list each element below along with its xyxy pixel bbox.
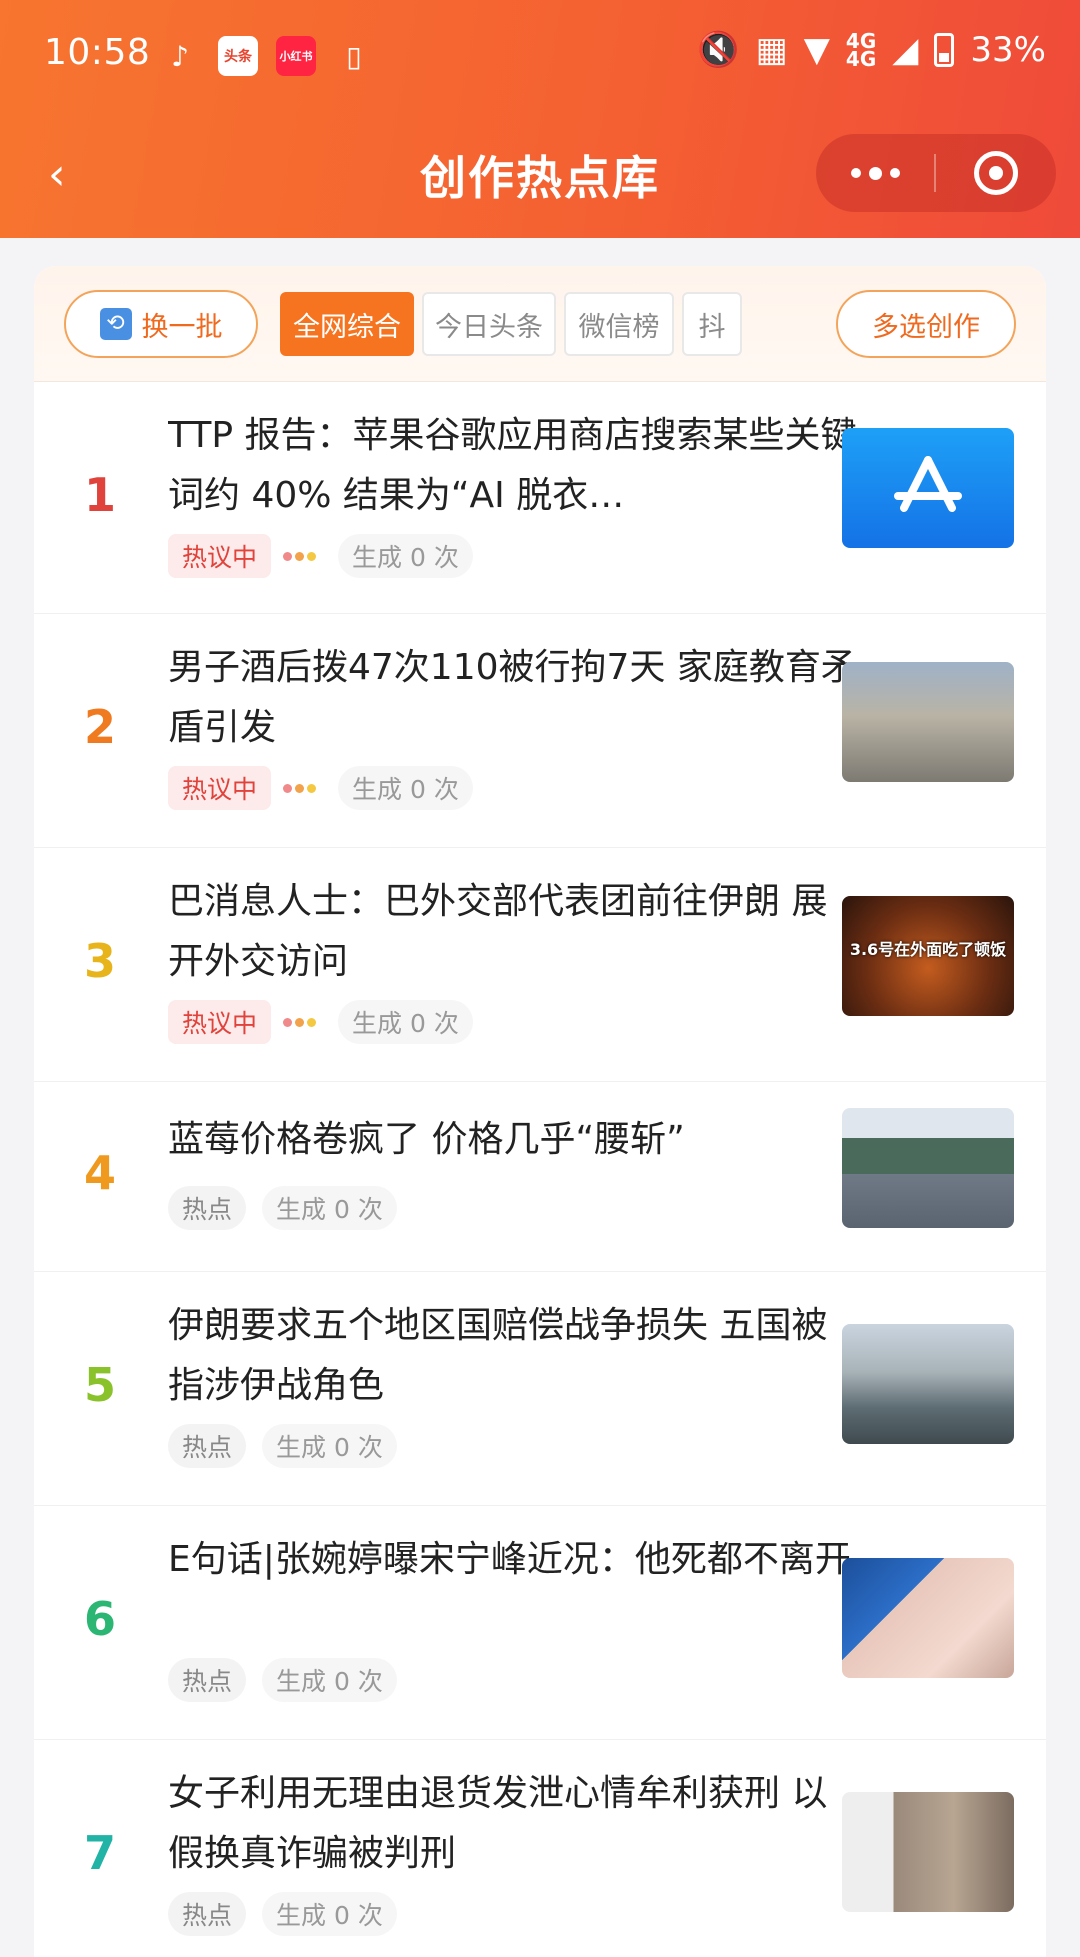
rank-number: 3 [83, 934, 116, 988]
list-item[interactable]: 5 伊朗要求五个地区国赔偿战争损失 五国被指涉伊战角色 热点 生成 0 次 [34, 1272, 1046, 1506]
app-store-icon [842, 428, 1014, 548]
generate-count: 生成 0 次 [262, 1186, 397, 1230]
city-aerial-image [842, 662, 1014, 782]
cargo-ship-image [842, 1108, 1014, 1228]
status-badge: 热点 [168, 1658, 247, 1702]
rank-number: 6 [83, 1592, 116, 1646]
tiktok-icon: ♪ [171, 39, 189, 73]
thumb-caption: 3.6号在外面吃了顿饭 [849, 940, 1007, 959]
rank-number: 2 [83, 700, 116, 754]
item-title: E句话|张婉婷曝宋宁峰近况：他死都不离开 [168, 1539, 851, 1580]
list-item[interactable]: 3 巴消息人士：巴外交部代表团前往伊朗 展开外交访问 热议中 生成 0 次 3.… [34, 848, 1046, 1082]
item-meta: 热点 生成 0 次 [168, 1658, 397, 1702]
generate-count: 生成 0 次 [262, 1658, 397, 1702]
heat-dots-icon [283, 783, 317, 793]
rank-number: 7 [83, 1826, 116, 1880]
status-badge: 热点 [168, 1424, 247, 1468]
wifi-icon: ▼ [803, 30, 830, 70]
item-title: 巴消息人士：巴外交部代表团前往伊朗 展开外交访问 [168, 881, 828, 982]
battery-percent: 33% [970, 30, 1046, 70]
multi-select-create-button[interactable]: 多选创作 [836, 290, 1016, 358]
filter-bar: ⟲ 换一批 全网综合 今日头条 微信榜 抖 多选创作 [34, 266, 1046, 382]
status-badge: 热点 [168, 1186, 247, 1230]
signal-icon: ◢ [892, 30, 919, 70]
item-title: 伊朗要求五个地区国赔偿战争损失 五国被指涉伊战角色 [168, 1305, 828, 1406]
item-title: TTP 报告：苹果谷歌应用商店搜索某些关键词约 40% 结果为“AI 脱衣… [168, 415, 857, 516]
generate-count: 生成 0 次 [338, 766, 473, 810]
street-scene-image [842, 1324, 1014, 1444]
list-item[interactable]: 6 E句话|张婉婷曝宋宁峰近况：他死都不离开 热点 生成 0 次 [34, 1506, 1046, 1740]
tab-douyin[interactable]: 抖 [682, 292, 742, 356]
refresh-label: 换一批 [141, 311, 223, 343]
close-miniprogram-button[interactable] [936, 134, 1056, 212]
mute-icon: 🔇 [697, 30, 740, 70]
crab-dinner-image: 3.6号在外面吃了顿饭 [842, 896, 1014, 1016]
heat-dots-icon [283, 551, 317, 561]
status-right: 🔇 ▦ ▼ 4G 4G ◢ 33% [697, 30, 1046, 70]
heat-dots-icon [283, 1017, 317, 1027]
baby-image [842, 1558, 1014, 1678]
status-badge: 热议中 [168, 1000, 272, 1044]
generate-count: 生成 0 次 [338, 534, 473, 578]
item-title: 女子利用无理由退货发泄心情牟利获刑 以假换真诈骗被判刑 [168, 1773, 828, 1874]
phone-icon: ▯ [346, 39, 362, 73]
status-badge: 热议中 [168, 534, 272, 578]
refresh-batch-button[interactable]: ⟲ 换一批 [64, 290, 258, 358]
more-dot-icon [868, 166, 882, 180]
nfc-icon: ▦ [755, 30, 788, 70]
app-store-glyph [894, 456, 962, 512]
list-item[interactable]: 1 TTP 报告：苹果谷歌应用商店搜索某些关键词约 40% 结果为“AI 脱衣…… [34, 382, 1046, 614]
more-button[interactable] [816, 134, 934, 212]
toutiao-icon: 头条 [218, 36, 258, 76]
item-meta: 热点 生成 0 次 [168, 1892, 397, 1936]
tab-wechat[interactable]: 微信榜 [564, 292, 674, 356]
list-item[interactable]: 7 女子利用无理由退货发泄心情牟利获刑 以假换真诈骗被判刑 热点 生成 0 次 [34, 1740, 1046, 1957]
generate-count: 生成 0 次 [338, 1000, 473, 1044]
status-app-icons: ♪ 头条 小红书 ▯ [160, 36, 374, 76]
hot-topic-card: ⟲ 换一批 全网综合 今日头条 微信榜 抖 多选创作 1 TTP 报告：苹果谷歌… [34, 266, 1046, 1957]
tab-all-web[interactable]: 全网综合 [280, 292, 414, 356]
ambulance-scene-image [842, 1792, 1014, 1912]
tab-toutiao[interactable]: 今日头条 [422, 292, 556, 356]
item-meta: 热点 生成 0 次 [168, 1424, 397, 1468]
status-badge: 热点 [168, 1892, 247, 1936]
item-meta: 热点 生成 0 次 [168, 1186, 397, 1230]
battery-icon [934, 33, 955, 67]
item-meta: 热议中 生成 0 次 [168, 1000, 473, 1044]
rank-number: 1 [83, 468, 116, 522]
miniprogram-capsule [816, 134, 1056, 212]
source-tabs: 全网综合 今日头条 微信榜 抖 [280, 292, 852, 356]
header: 10:58 ♪ 头条 小红书 ▯ 🔇 ▦ ▼ 4G 4G ◢ 33% ‹ 创作热… [0, 0, 1080, 238]
item-title: 男子酒后拨47次110被行拘7天 家庭教育矛盾引发 [168, 647, 857, 748]
more-dot-icon [889, 168, 900, 178]
list-item[interactable]: 4 蓝莓价格卷疯了 价格几乎“腰斩” 热点 生成 0 次 [34, 1082, 1046, 1272]
status-bar: 10:58 ♪ 头条 小红书 ▯ 🔇 ▦ ▼ 4G 4G ◢ 33% [0, 0, 1080, 112]
network-indicator: 4G 4G [845, 29, 877, 71]
item-meta: 热议中 生成 0 次 [168, 766, 473, 810]
generate-count: 生成 0 次 [262, 1424, 397, 1468]
list-item[interactable]: 2 男子酒后拨47次110被行拘7天 家庭教育矛盾引发 热议中 生成 0 次 [34, 614, 1046, 848]
generate-count: 生成 0 次 [262, 1892, 397, 1936]
xiaohongshu-icon: 小红书 [276, 36, 316, 76]
refresh-icon: ⟲ [99, 308, 132, 340]
more-dot-icon [850, 168, 861, 178]
target-icon [974, 151, 1018, 195]
status-badge: 热议中 [168, 766, 272, 810]
rank-number: 4 [83, 1146, 116, 1200]
rank-number: 5 [83, 1358, 116, 1412]
status-time: 10:58 [44, 32, 151, 73]
item-title: 蓝莓价格卷疯了 价格几乎“腰斩” [168, 1119, 685, 1160]
nav-bar: ‹ 创作热点库 [0, 112, 1080, 238]
item-meta: 热议中 生成 0 次 [168, 534, 473, 578]
